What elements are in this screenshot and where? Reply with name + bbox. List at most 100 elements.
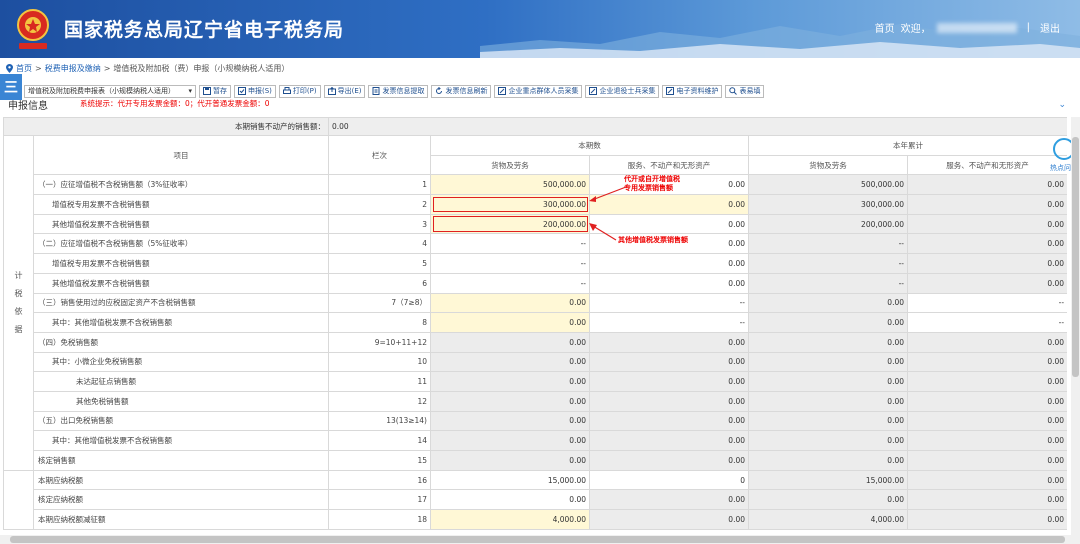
row-col-number: 11 — [328, 371, 431, 392]
breadcrumb-home[interactable]: 首页 — [16, 63, 32, 74]
row-label: 其中：小微企业免税销售额 — [33, 351, 329, 373]
table-row: 未达起征点销售额 11 0.00 0.00 0.00 0.00 — [4, 371, 1067, 392]
breadcrumb-section[interactable]: 税费申报及缴纳 — [45, 63, 101, 74]
easy-fill-label: 表易填 — [739, 87, 761, 95]
export-button[interactable]: 导出(E) — [323, 84, 366, 98]
cell-ytd-services: 0.00 — [906, 489, 1067, 511]
cell-current-goods: 0.00 — [430, 331, 590, 353]
cell-current-goods[interactable]: 4,000.00 — [430, 509, 590, 530]
row-col-number: 12 — [328, 390, 431, 412]
row-col-number: 16 — [328, 469, 431, 491]
easy-fill-button[interactable]: 表易填 — [725, 84, 765, 98]
breadcrumb-sep: > — [35, 63, 42, 73]
save-icon — [203, 87, 211, 95]
key-group-collect-button[interactable]: 企业重点群体人员采集 — [494, 84, 583, 98]
cell-current-services: -- — [589, 312, 749, 333]
annotation-arrow-2 — [589, 223, 617, 241]
col-header-goods: 货物及劳务 — [430, 154, 590, 176]
site-title: 国家税务总局辽宁省电子税务局 — [64, 19, 345, 41]
row-label: 本期应纳税额 — [33, 469, 329, 491]
cell-current-goods: 0.00 — [430, 430, 590, 451]
row-label: 本期应纳税额减征额 — [33, 509, 329, 530]
report-select-value: 增值税及附加税费申报表（小规模纳税人适用） — [28, 87, 175, 95]
col-header-ytd: 本年累计 — [747, 135, 1067, 156]
table-row: 核定应纳税额 17 0.00 0.00 0.00 0.00 — [4, 489, 1067, 511]
cell-current-goods: 0.00 — [430, 450, 590, 471]
edit-icon — [666, 87, 675, 95]
printer-icon — [282, 87, 291, 94]
cell-current-goods: 0.00 — [430, 489, 590, 511]
cell-current-goods[interactable]: 0.00 — [430, 312, 590, 333]
e-doc-maintain-label: 电子资料维护 — [676, 87, 719, 95]
row-label: 其他免税销售额 — [33, 390, 329, 412]
declaration-table-wrap: 本期销售不动产的销售额： 0.00 计 税 依 据 项目 栏次 本期数 本年累计… — [3, 117, 1067, 535]
report-section-title: 申报信息 — [8, 101, 48, 112]
nav-welcome: 欢迎， — [900, 24, 931, 35]
cell-ytd-goods: 0.00 — [748, 371, 908, 392]
invoice-extract-button[interactable]: 发票信息提取 — [368, 84, 429, 98]
table-row: 其中：其他增值税发票不含税销售额 14 0.00 0.00 0.00 0.00 — [4, 430, 1067, 451]
table-row: 其他增值税发票不含税销售额 6 -- 0.00 -- 0.00 — [4, 272, 1067, 294]
table-row: 增值税专用发票不含税销售额 2 300,000.00 0.00 300,000.00 0.… — [4, 194, 1067, 215]
veteran-collect-label: 企业退役士兵采集 — [599, 87, 656, 95]
location-pin-icon — [6, 63, 13, 73]
cell-ytd-services: 0.00 — [906, 213, 1067, 235]
cell-ytd-services: 0.00 — [906, 410, 1067, 432]
scroll-thumb[interactable] — [10, 536, 1065, 543]
row-col-number: 7（7≥8） — [328, 292, 431, 314]
refresh-icon — [436, 87, 443, 94]
cell-ytd-services: 0.00 — [906, 509, 1067, 530]
report-select[interactable]: 增值税及附加税费申报表（小规模纳税人适用） ▾ — [24, 84, 196, 98]
cell-ytd-goods: 0.00 — [748, 292, 908, 314]
cell-ytd-goods: 15,000.00 — [748, 469, 908, 491]
print-button[interactable]: 打印(P) — [278, 84, 321, 98]
row-label: 增值税专用发票不含税销售额 — [33, 253, 329, 274]
scroll-thumb[interactable] — [1072, 137, 1079, 377]
cell-current-goods: 0.00 — [430, 351, 590, 373]
vertical-scrollbar[interactable] — [1071, 117, 1080, 535]
cell-ytd-goods: 200,000.00 — [748, 213, 908, 235]
cell-current-goods[interactable]: 200,000.00 — [430, 213, 590, 235]
submit-button[interactable]: 申报(S) — [234, 84, 276, 98]
cell-ytd-goods: 0.00 — [748, 410, 908, 432]
cell-ytd-services: 0.00 — [906, 450, 1067, 471]
e-doc-maintain-button[interactable]: 电子资料维护 — [662, 84, 723, 98]
cell-ytd-services: 0.00 — [906, 351, 1067, 373]
table-row: 其中：小微企业免税销售额 10 0.00 0.00 0.00 0.00 — [4, 351, 1067, 373]
invoice-refresh-button[interactable]: 发票信息刷新 — [431, 84, 492, 98]
row-label: 核定销售额 — [33, 450, 329, 471]
row-label: 其他增值税发票不含税销售额 — [33, 213, 329, 235]
breadcrumb: 首页 > 税费申报及缴纳 > 增值税及附加税（费）申报（小规模纳税人适用） — [0, 60, 1080, 76]
nav-logout-link[interactable]: 退出 — [1040, 20, 1060, 35]
save-draft-button[interactable]: 暂存 — [199, 84, 231, 98]
cell-ytd-goods: 0.00 — [748, 430, 908, 451]
chevron-down-icon[interactable]: ⌄ — [1058, 100, 1066, 110]
horizontal-scrollbar[interactable] — [0, 535, 1080, 544]
veteran-collect-button[interactable]: 企业退役士兵采集 — [585, 84, 660, 98]
cell-ytd-services: 0.00 — [906, 272, 1067, 294]
row-label: 增值税专用发票不含税销售额 — [33, 194, 329, 215]
table-row: 本期应纳税额减征额 18 4,000.00 0.00 4,000.00 0.00 — [4, 509, 1067, 530]
side-char: 据 — [14, 324, 23, 334]
system-tip: 系统提示：代开专用发票金额：0；代开普通发票金额：0 — [80, 99, 270, 108]
col-header-col: 栏次 — [328, 134, 431, 176]
cell-current-goods[interactable]: 500,000.00 — [430, 174, 590, 196]
cell-ytd-goods: 0.00 — [748, 489, 908, 511]
row-col-number: 17 — [328, 489, 431, 511]
col-header-goods: 货物及劳务 — [748, 154, 908, 176]
cell-current-goods[interactable]: 0.00 — [430, 292, 590, 314]
cell-ytd-goods: 300,000.00 — [748, 194, 908, 215]
col-header-services: 服务、不动产和无形资产 — [906, 154, 1067, 176]
nav-home-link[interactable]: 首页 — [875, 20, 895, 35]
cell-current-goods[interactable]: 300,000.00 — [430, 194, 590, 215]
row-col-number: 18 — [328, 509, 431, 530]
cell-current-goods: 15,000.00 — [430, 469, 590, 491]
header-row-1: 计 税 依 据 项目 栏次 本期数 本年累计 — [3, 134, 1067, 471]
cell-ytd-goods: 0.00 — [748, 312, 908, 333]
row-label: 其中：其他增值税发票不含税销售额 — [33, 312, 329, 333]
annotation-arrow-1 — [589, 186, 627, 202]
cell-current-services: 0.00 — [589, 272, 749, 294]
cell-ytd-services: 0.00 — [906, 194, 1067, 215]
breadcrumb-current: 增值税及附加税（费）申报（小规模纳税人适用） — [113, 63, 290, 73]
annotation-line: 专用发票销售额 — [624, 184, 673, 192]
